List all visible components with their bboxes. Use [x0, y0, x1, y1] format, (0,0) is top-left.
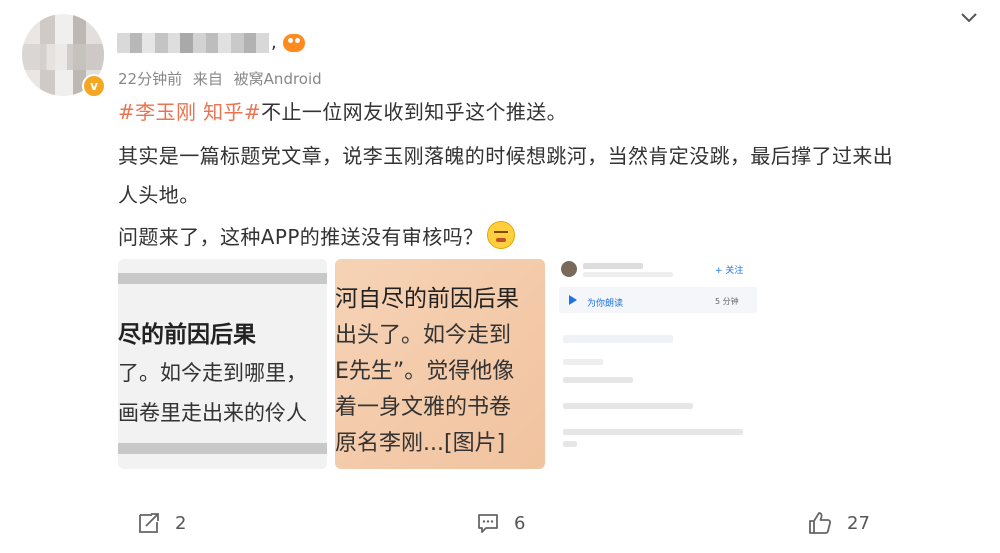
thumb2-line-3: E先生”。觉得他像 — [335, 359, 515, 384]
image-thumbnail-2[interactable]: 河自尽的前因后果 出头了。如今走到 E先生”。觉得他像 着一身文雅的书卷 原名李… — [335, 259, 545, 469]
thumb-gray-band — [118, 443, 327, 454]
mini-text-bar — [563, 441, 577, 447]
mini-avatar — [561, 261, 577, 277]
username-suffix: , — [271, 32, 277, 53]
mini-follow-button: + 关注 — [715, 266, 744, 276]
mini-meta-bar — [583, 272, 673, 277]
repost-button[interactable]: 2 — [137, 508, 186, 538]
thumb2-line-2: 出头了。如今走到 — [335, 323, 512, 348]
thumb2-line-1: 河自尽的前因后果 — [335, 286, 519, 312]
repost-icon — [139, 513, 159, 533]
like-icon — [809, 512, 832, 534]
mini-name-bar — [583, 263, 643, 269]
image-thumbnail-1[interactable]: 尽的前因后果 了。如今走到哪里， 画卷里走出来的伶人 — [118, 259, 327, 469]
post-line-1: #李玉刚 知乎#不止一位网友收到知乎这个推送。 — [118, 96, 567, 125]
topic-link[interactable]: #李玉刚 知乎# — [118, 100, 261, 124]
chevron-down-icon[interactable] — [960, 12, 978, 24]
like-count: 27 — [847, 512, 870, 534]
thumb1-line-3: 画卷里走出来的伶人 — [118, 401, 307, 425]
play-icon — [569, 295, 577, 305]
mini-text-bar — [563, 377, 633, 383]
post-source: 被窝Android — [233, 70, 322, 88]
username-mosaic — [117, 33, 270, 53]
mini-audio-label: 为你朗读 — [587, 299, 624, 309]
username[interactable]: , — [117, 32, 305, 54]
repost-count: 2 — [175, 512, 187, 534]
post-meta: 22分钟前 来自 被窝Android — [118, 68, 328, 89]
post-source-prefix: 来自 — [192, 70, 223, 88]
mini-audio-time: 5 分钟 — [715, 297, 739, 306]
thumb2-line-4: 着一身文雅的书卷 — [335, 395, 512, 420]
comment-button[interactable]: 6 — [476, 508, 525, 538]
thumb-gray-band — [118, 273, 327, 284]
verified-icon: v — [82, 74, 106, 98]
comment-count: 6 — [514, 512, 526, 534]
post-line-2: 其实是一篇标题党文章，说李玉刚落魄的时候想跳河，当然肯定没跳，最后撑了过来出 — [118, 144, 894, 168]
thumb1-line-2: 了。如今走到哪里， — [118, 361, 307, 385]
post-line-4-text: 问题来了，这种APP的推送没有审核吗？ — [118, 225, 484, 249]
post-line-4: 问题来了，这种APP的推送没有审核吗？ — [118, 221, 516, 250]
mini-text-bar — [563, 429, 743, 435]
mini-text-bar — [563, 403, 693, 409]
thumb1-line-1: 尽的前因后果 — [118, 322, 256, 348]
post-line-1-text: 不止一位网友收到知乎这个推送。 — [261, 100, 568, 124]
post-time[interactable]: 22分钟前 — [118, 70, 182, 88]
emoji-icon — [487, 221, 516, 249]
post-line-3: 人头地。 — [118, 183, 200, 207]
mini-text-bar — [563, 335, 673, 343]
thumb2-line-5: 原名李刚...[图片] — [335, 431, 506, 456]
action-bar: 2 6 27 — [0, 508, 1000, 538]
mini-text-bar — [563, 359, 603, 365]
comment-icon — [478, 514, 498, 533]
level-badge-icon — [282, 34, 305, 52]
image-thumbnail-3[interactable]: + 关注 为你朗读 5 分钟 — [555, 259, 765, 469]
like-button[interactable]: 27 — [807, 508, 870, 538]
